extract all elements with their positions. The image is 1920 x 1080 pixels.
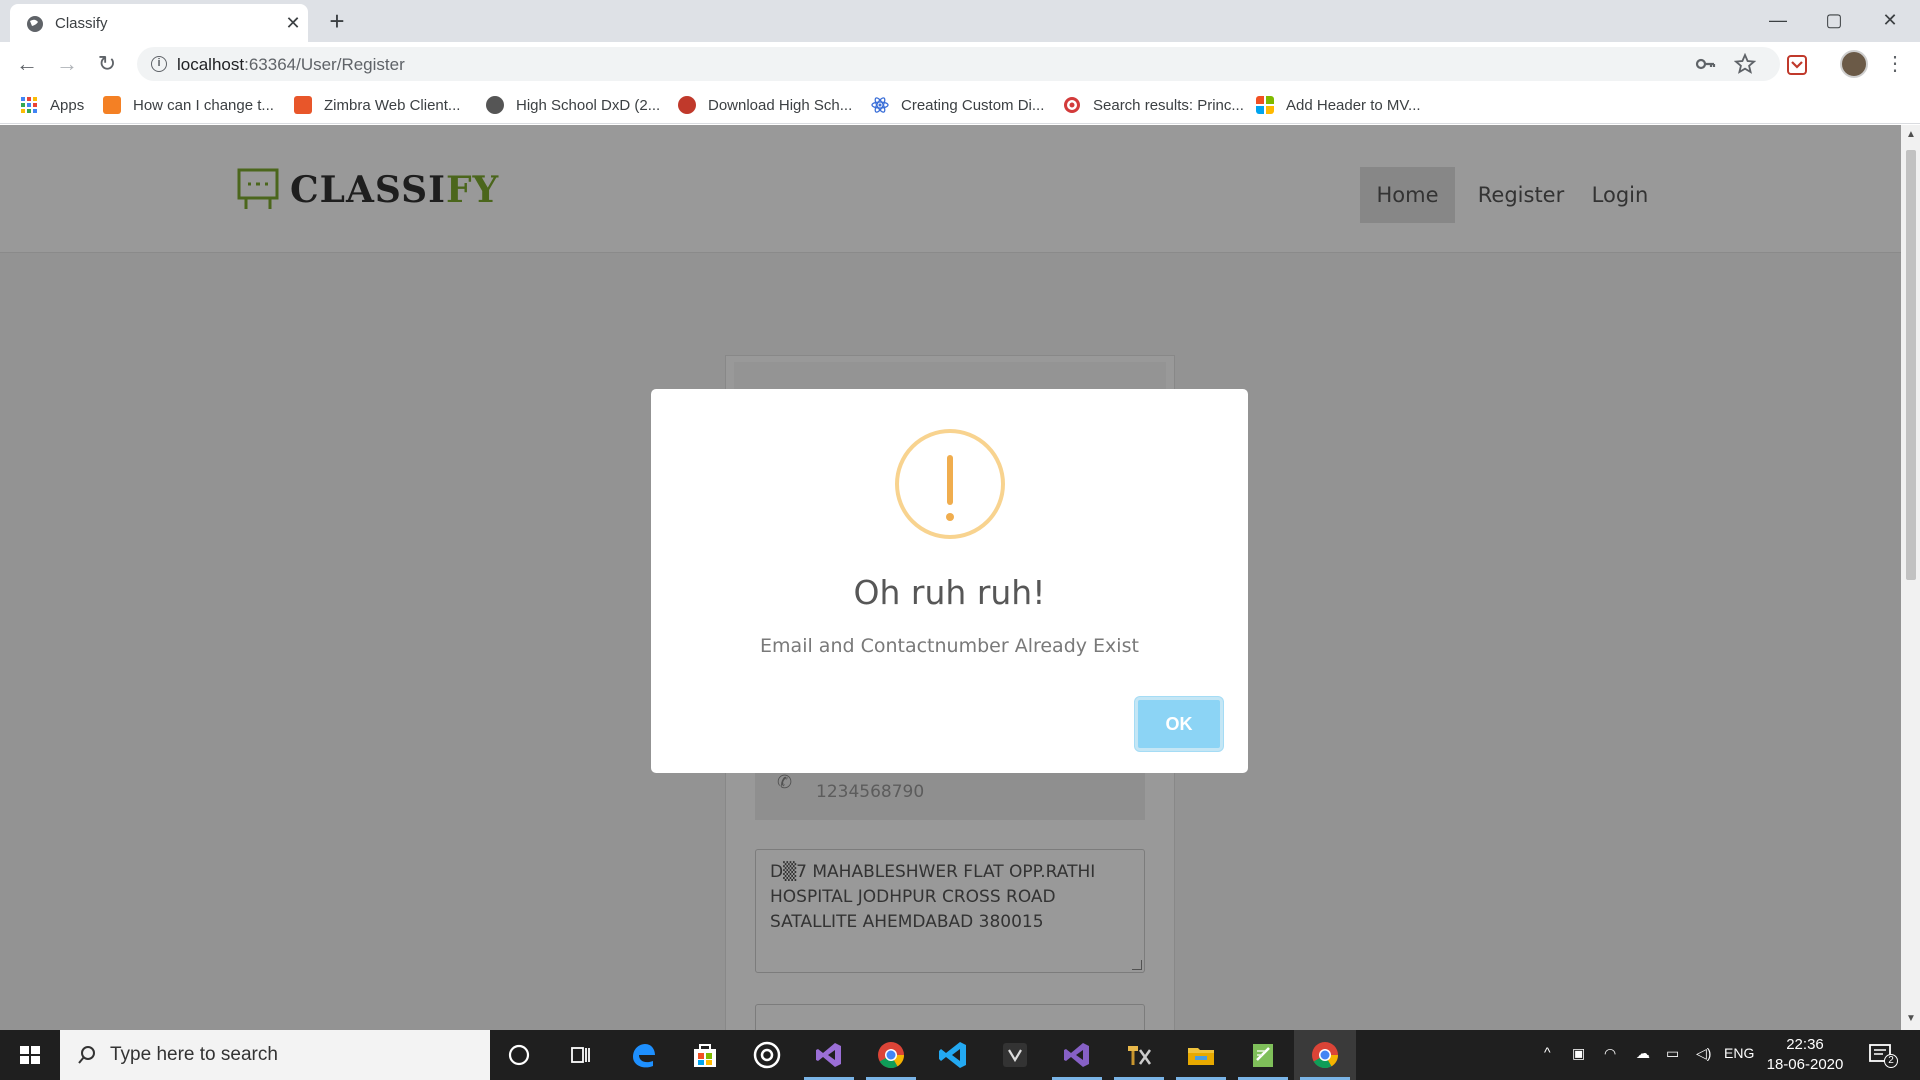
bookmark-label: Add Header to MV...: [1286, 96, 1421, 114]
taskbar-search[interactable]: Type here to search: [60, 1030, 490, 1080]
red-circle-icon: [678, 96, 696, 114]
bookmark-item[interactable]: Add Header to MV...: [1256, 94, 1421, 116]
back-button[interactable]: ←: [13, 50, 41, 78]
avatar[interactable]: [1840, 50, 1868, 78]
globe-icon: [486, 96, 504, 114]
bookmark-label: High School DxD (2...: [516, 96, 661, 114]
minimize-button[interactable]: —: [1750, 0, 1806, 40]
visual-studio-icon[interactable]: [1046, 1030, 1108, 1080]
clock-date: 18-06-2020: [1766, 1056, 1844, 1073]
bookmark-item[interactable]: Zimbra Web Client...: [294, 94, 460, 116]
clock-time: 22:36: [1786, 1036, 1824, 1053]
site-info-icon[interactable]: i: [151, 56, 167, 72]
warning-mark: [947, 455, 953, 505]
bookmark-item[interactable]: Search results: Princ...: [1063, 94, 1244, 116]
ok-button[interactable]: OK: [1135, 697, 1223, 751]
bookmark-label: Search results: Princ...: [1093, 96, 1244, 114]
zimbra-icon: [294, 96, 312, 114]
bookmark-label: Download High Sch...: [708, 96, 853, 114]
search-placeholder: Type here to search: [110, 1044, 278, 1065]
search-icon: [78, 1046, 95, 1064]
volume-icon[interactable]: ◁): [1696, 1045, 1711, 1062]
browser-toolbar: ← → ↻ i localhost:63364/User/Register ⋮: [0, 42, 1920, 86]
bookmarks-bar: Apps How can I change t... Zimbra Web Cl…: [0, 86, 1920, 124]
react-atom-icon: [871, 97, 889, 113]
security-icon[interactable]: ▣: [1572, 1045, 1585, 1062]
visual-studio-icon[interactable]: [798, 1030, 860, 1080]
tab-strip: Classify ✕ + — ▢ ✕: [0, 0, 1920, 42]
alert-dialog: Oh ruh ruh! Email and Contactnumber Alre…: [651, 389, 1248, 773]
bookmark-label: How can I change t...: [133, 96, 274, 114]
reload-button[interactable]: ↻: [93, 50, 121, 78]
bookmark-label: Apps: [50, 96, 85, 114]
microsoft-icon: [1256, 96, 1274, 114]
notifications-icon[interactable]: 2: [1868, 1042, 1898, 1068]
battery-icon[interactable]: ▭: [1666, 1045, 1679, 1062]
stackoverflow-icon: [103, 96, 121, 114]
store-icon[interactable]: [674, 1030, 736, 1080]
dialog-title: Oh ruh ruh!: [853, 573, 1046, 612]
show-hidden-icons-icon[interactable]: ^: [1544, 1044, 1551, 1060]
bookmark-label: Creating Custom Di...: [901, 96, 1045, 114]
apps-grid-icon: [21, 97, 37, 113]
vscode-icon[interactable]: [922, 1030, 984, 1080]
language-indicator[interactable]: ENG: [1724, 1045, 1754, 1061]
key-icon[interactable]: [1694, 53, 1716, 75]
task-view-icon[interactable]: [550, 1030, 612, 1080]
new-tab-button[interactable]: +: [322, 8, 352, 36]
bookmark-item[interactable]: Download High Sch...: [678, 94, 852, 116]
maximize-button[interactable]: ▢: [1806, 0, 1862, 40]
cortana-icon[interactable]: [488, 1030, 550, 1080]
star-icon[interactable]: [1734, 53, 1756, 75]
bookmark-item[interactable]: High School DxD (2...: [486, 94, 660, 116]
browser-menu-icon[interactable]: ⋮: [1885, 50, 1905, 78]
warning-icon: [895, 429, 1005, 539]
chrome-icon[interactable]: [1294, 1030, 1356, 1080]
cloud-icon[interactable]: ☁: [1636, 1045, 1650, 1062]
address-bar[interactable]: i localhost:63364/User/Register: [137, 47, 1780, 81]
wifi-icon[interactable]: ◠: [1604, 1045, 1616, 1062]
globe-icon: [27, 16, 43, 32]
file-explorer-icon[interactable]: [1170, 1030, 1232, 1080]
taskbar: Type here to search ^ ▣ ◠ ☁ ▭ ◁) ENG 22:…: [0, 1030, 1920, 1080]
bookmark-item[interactable]: Creating Custom Di...: [871, 94, 1044, 116]
taskbar-clock[interactable]: 22:36 18-06-2020: [1760, 1035, 1850, 1075]
tab-title: Classify: [55, 15, 108, 32]
windows-start-icon[interactable]: [0, 1030, 60, 1080]
page-viewport: CLASSIFY Home Register Login ✆ 123456879…: [0, 125, 1901, 1030]
browser-tab[interactable]: Classify ✕: [10, 4, 308, 42]
pocket-extension-icon[interactable]: [1786, 54, 1808, 76]
chrome-icon[interactable]: [860, 1030, 922, 1080]
groove-icon[interactable]: [736, 1030, 798, 1080]
scroll-up-icon[interactable]: ▲: [1905, 129, 1917, 141]
scrollbar[interactable]: ▲ ▼: [1901, 125, 1920, 1030]
notification-count: 2: [1884, 1054, 1898, 1068]
bookmark-item[interactable]: How can I change t...: [103, 94, 274, 116]
forward-button[interactable]: →: [53, 50, 81, 78]
scroll-down-icon[interactable]: ▼: [1905, 1013, 1917, 1025]
notepad-icon[interactable]: [1232, 1030, 1294, 1080]
bookmark-label: Zimbra Web Client...: [324, 96, 461, 114]
edge-icon[interactable]: [612, 1030, 674, 1080]
unity-icon[interactable]: [984, 1030, 1046, 1080]
bookmark-apps[interactable]: Apps: [20, 94, 84, 116]
warning-dot: [946, 513, 954, 521]
scroll-thumb[interactable]: [1906, 150, 1916, 580]
dialog-message: Email and Contactnumber Already Exist: [760, 635, 1139, 657]
url-text[interactable]: localhost:63364/User/Register: [177, 55, 405, 75]
tab-close-icon[interactable]: ✕: [282, 12, 304, 34]
close-window-button[interactable]: ✕: [1862, 0, 1918, 40]
tools-icon[interactable]: [1108, 1030, 1170, 1080]
target-icon: [1064, 97, 1080, 113]
